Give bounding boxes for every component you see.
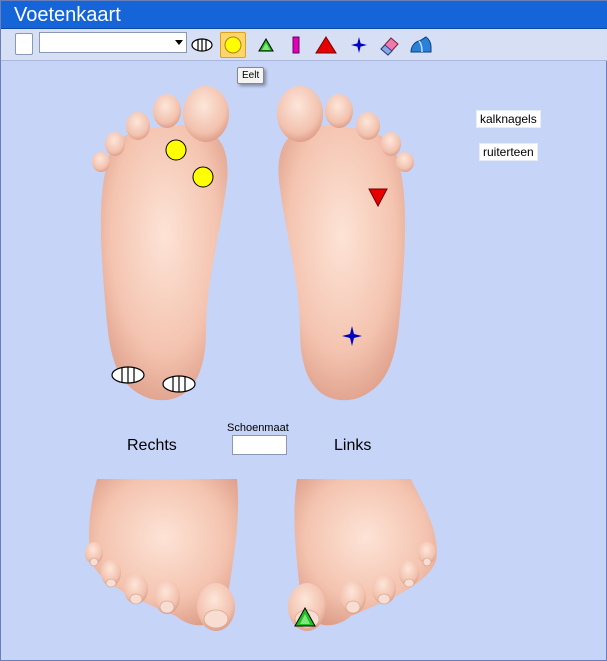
callus-marker[interactable] [165,139,187,161]
stripes-oval-marker[interactable] [111,366,145,384]
left-foot-sole[interactable] [277,86,414,401]
tag-kalknagels[interactable]: kalknagels [476,110,541,128]
tag-ruiterteen[interactable]: ruiterteen [479,143,538,161]
shoe-size-label: Schoenmaat [227,422,289,434]
shoe-size-input[interactable] [232,435,287,455]
right-foot-sole[interactable] [92,86,229,401]
callus-marker[interactable] [192,166,214,188]
foot-diagram [85,86,437,631]
label-right-foot: Rechts [127,437,177,454]
left-foot-top[interactable] [288,479,437,631]
stripes-oval-marker[interactable] [162,375,196,393]
foot-map-window: Voetenkaart Eelt kalknagels ruiterteen R… [0,0,607,661]
right-foot-top[interactable] [85,479,239,631]
label-left-foot: Links [334,437,372,454]
